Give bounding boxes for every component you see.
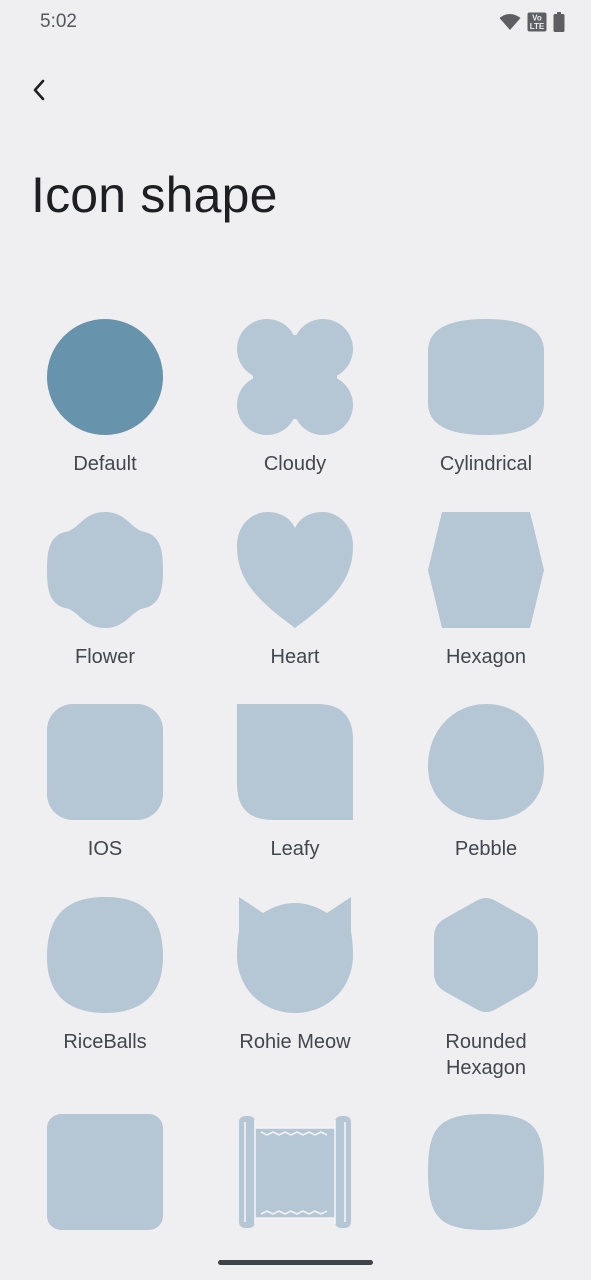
- shape-option-label: IOS: [87, 838, 123, 860]
- leafy-shape-icon: [237, 704, 353, 820]
- hexagon-shape-icon: [428, 512, 544, 628]
- ios-shape-icon: [47, 704, 163, 820]
- rohie-meow-shape-icon: [237, 897, 353, 1013]
- cylindrical-shape-icon: [428, 319, 544, 435]
- shape-option-label: Pebble: [454, 838, 518, 860]
- shape-option-label: Rounded Hexagon: [445, 1031, 527, 1079]
- shape-option-label: Cloudy: [263, 453, 327, 475]
- cloudy-shape-icon: [237, 319, 353, 435]
- navigation-handle[interactable]: [218, 1260, 373, 1265]
- square-shape-icon: [47, 1114, 163, 1230]
- flower-shape-icon: [47, 512, 163, 628]
- shape-option-label: RiceBalls: [63, 1031, 147, 1053]
- heart-shape-icon: [237, 512, 353, 628]
- shape-option-label: Rohie Meow: [239, 1031, 351, 1053]
- shape-option-label: Flower: [74, 646, 135, 668]
- shape-option-label: Default: [73, 453, 137, 475]
- squircle-shape-icon: [428, 1114, 544, 1230]
- shape-option-label: Leafy: [270, 838, 320, 860]
- riceballs-shape-icon: [47, 897, 163, 1013]
- rounded-hexagon-shape-icon: [428, 897, 544, 1013]
- scroll-shape-icon: [237, 1114, 353, 1230]
- shape-option-label: Heart: [270, 646, 320, 668]
- pebble-shape-icon: [428, 704, 544, 820]
- shape-grid: Default Cloudy Cylindrical Flower Heart Hexag…: [0, 0, 591, 1280]
- shape-option-label: Hexagon: [445, 646, 527, 668]
- default-shape-icon: [47, 319, 163, 435]
- shape-option-label: Cylindrical: [439, 453, 533, 475]
